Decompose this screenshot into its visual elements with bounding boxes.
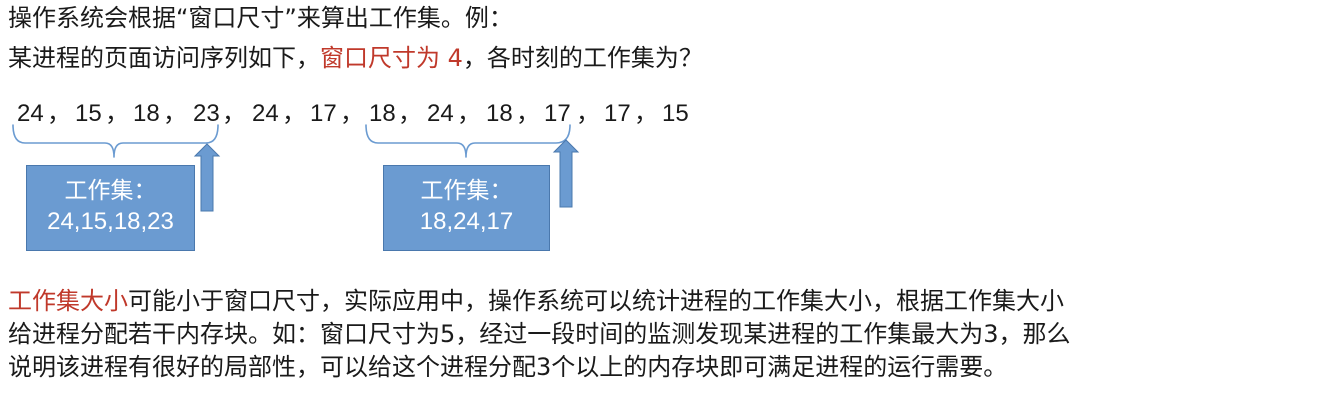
window-bracket-2 — [365, 124, 571, 158]
working-set-label: 工作集： — [420, 178, 513, 204]
working-set-box-1: 工作集： 24,15,18,23 — [26, 165, 195, 251]
paragraph-line-1: 工作集大小可能小于窗口尺寸，实际应用中，操作系统可以统计进程的工作集大小，根据工… — [8, 285, 1071, 318]
working-set-label: 工作集： — [64, 178, 157, 204]
working-set-box-2: 工作集： 18,24,17 — [383, 165, 550, 251]
window-brackets-diagram — [12, 124, 580, 212]
window-bracket-1 — [12, 124, 219, 158]
up-arrow-1 — [193, 143, 221, 212]
working-set-values: 24,15,18,23 — [47, 208, 174, 235]
paragraph-line-1-rest: 可能小于窗口尺寸，实际应用中，操作系统可以统计进程的工作集大小，根据工作集大小 — [128, 287, 1064, 315]
up-arrow-2 — [552, 139, 580, 208]
explanation-paragraph: 工作集大小可能小于窗口尺寸，实际应用中，操作系统可以统计进程的工作集大小，根据工… — [8, 285, 1071, 384]
paragraph-line-3: 说明该进程有很好的局部性，可以给这个进程分配3个以上的内存块即可满足进程的运行需… — [8, 353, 1008, 381]
working-set-values: 18,24,17 — [419, 208, 514, 235]
paragraph-line-2: 给进程分配若干内存块。如：窗口尺寸为5，经过一段时间的监测发现某进程的工作集最大… — [8, 320, 1071, 348]
working-set-size-highlight: 工作集大小 — [8, 287, 128, 315]
